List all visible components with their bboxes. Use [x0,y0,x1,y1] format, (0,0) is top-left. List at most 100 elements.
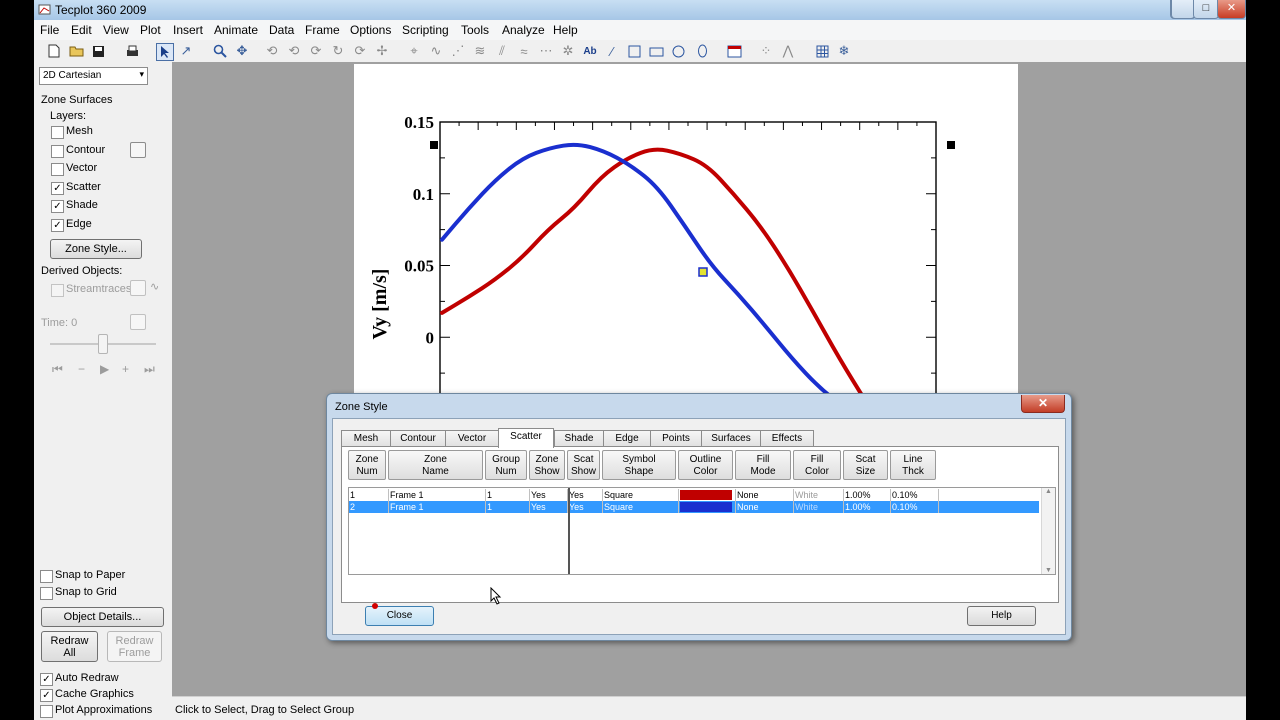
mesh-checkbox[interactable] [51,126,64,139]
close-button[interactable]: Close [365,606,434,626]
vector-checkbox[interactable] [51,163,64,176]
extract-icon[interactable]: ⋯ [538,43,554,59]
cell-group-num[interactable]: 1 [486,489,530,501]
menu-data[interactable]: Data [269,23,294,37]
rectangle-tool-icon[interactable] [648,43,664,59]
point-select-icon[interactable]: ⁘ [758,43,774,59]
menu-help[interactable]: Help [553,23,578,37]
grid-icon[interactable] [814,43,830,59]
column-resize-divider[interactable] [568,488,570,574]
redraw-icon[interactable]: ❄ [836,43,852,59]
select-pointer-icon[interactable] [156,43,174,61]
redraw-frame-button[interactable]: Redraw Frame [107,631,162,662]
square-tool-icon[interactable] [626,43,642,59]
cell-outline-color[interactable] [679,489,736,501]
col-fill-color[interactable]: Fill Color [793,450,841,480]
maximize-button[interactable]: □ [1193,0,1219,19]
scroll-up-icon[interactable]: ▲ [1042,488,1055,495]
cell-scat-show[interactable]: Yes [568,489,603,501]
cell-symbol-shape[interactable]: Square [603,501,679,513]
cell-zone-num[interactable]: 2 [349,501,389,513]
rotate-z-icon[interactable]: ⟳ [308,43,324,59]
plot-type-select[interactable]: 2D Cartesian ▾ [39,67,148,85]
first-step-icon[interactable]: ⏮ [52,362,63,377]
cell-zone-show[interactable]: Yes [530,489,568,501]
menu-frame[interactable]: Frame [305,23,340,37]
translate-icon[interactable]: ✥ [234,43,250,59]
cache-graphics-checkbox[interactable]: ✓ [40,689,53,702]
cell-fill-color[interactable]: White [794,501,844,513]
polyline-tool-icon[interactable]: ⁄ [604,43,620,59]
streamtraces-checkbox[interactable] [51,284,64,297]
minimize-icon[interactable] [1171,0,1195,19]
tab-shade[interactable]: Shade [554,430,604,447]
line-plot[interactable]: 0.150.10.050-0.05Vy [m/s] [354,64,1018,398]
zone-style-button[interactable]: Zone Style... [50,239,142,259]
contour-details-button[interactable] [130,142,146,158]
tab-vector[interactable]: Vector [445,430,499,447]
menu-tools[interactable]: Tools [461,23,489,37]
cell-scat-size[interactable]: 1.00% [844,489,891,501]
cell-outline-color[interactable] [679,501,736,513]
isosurface-icon[interactable]: ≈ [516,43,532,59]
col-outline-color[interactable]: Outline Color [678,450,733,480]
table-row[interactable]: 2 Frame 1 1 Yes Yes Square None White 1.… [349,501,1039,513]
save-icon[interactable] [90,43,106,59]
rollerball-icon[interactable]: ⟳ [352,43,368,59]
contour-checkbox[interactable] [51,145,64,158]
tab-effects[interactable]: Effects [760,430,814,447]
spherical-rotate-icon[interactable]: ↻ [330,43,346,59]
close-window-button[interactable]: ✕ [1217,0,1246,19]
grid-scrollbar[interactable]: ▲ ▼ [1041,488,1055,574]
col-scat-size[interactable]: Scat Size [843,450,888,480]
rake-icon[interactable]: ⋰ [450,43,466,59]
ellipse-tool-icon[interactable] [694,43,710,59]
menu-scripting[interactable]: Scripting [402,23,449,37]
shade-checkbox[interactable]: ✓ [51,200,64,213]
menu-animate[interactable]: Animate [214,23,258,37]
cell-fill-mode[interactable]: None [736,489,794,501]
cell-scat-show[interactable]: Yes [568,501,603,513]
cell-scat-size[interactable]: 1.00% [844,501,891,513]
tab-mesh[interactable]: Mesh [341,430,391,447]
play-icon[interactable]: ▶ [100,362,109,376]
menu-view[interactable]: View [103,23,129,37]
auto-redraw-checkbox[interactable]: ✓ [40,673,53,686]
redraw-all-button[interactable]: Redraw All [41,631,98,662]
snap-to-paper-checkbox[interactable] [40,570,53,583]
menu-file[interactable]: File [40,23,59,37]
twist-icon[interactable]: ✢ [374,43,390,59]
line-select-icon[interactable]: ⋀ [780,43,796,59]
tab-scatter[interactable]: Scatter [498,428,554,448]
streamtraces-details-button[interactable] [130,280,146,296]
cell-zone-name[interactable]: Frame 1 [389,489,486,501]
scroll-down-icon[interactable]: ▼ [1042,567,1055,574]
plot-approximations-checkbox[interactable] [40,705,53,718]
new-file-icon[interactable] [46,43,62,59]
frame-tool-icon[interactable] [726,43,742,59]
zoom-icon[interactable] [212,43,228,59]
col-scat-show[interactable]: Scat Show [567,450,600,480]
edge-checkbox[interactable]: ✓ [51,219,64,232]
cell-symbol-shape[interactable]: Square [603,489,679,501]
dialog-close-icon[interactable]: ✕ [1021,395,1065,413]
menu-edit[interactable]: Edit [71,23,92,37]
rotate-x-icon[interactable]: ⟲ [264,43,280,59]
tab-surfaces[interactable]: Surfaces [701,430,761,447]
text-tool-icon[interactable]: Ab [582,43,598,59]
adjustor-icon[interactable]: ↗ [178,43,194,59]
contour-add-icon[interactable]: ≋ [472,43,488,59]
help-button[interactable]: Help [967,606,1036,626]
table-row[interactable]: 1 Frame 1 1 Yes Yes Square None White 1.… [349,489,1039,501]
tab-points[interactable]: Points [650,430,702,447]
menu-analyze[interactable]: Analyze [502,23,545,37]
menu-options[interactable]: Options [350,23,391,37]
menu-insert[interactable]: Insert [173,23,203,37]
prev-step-icon[interactable]: − [78,362,85,376]
time-slider-thumb[interactable] [98,334,108,354]
col-zone-show[interactable]: Zone Show [529,450,565,480]
cell-line-thck[interactable]: 0.10% [891,489,939,501]
open-folder-icon[interactable] [68,43,84,59]
cell-fill-color[interactable]: White [794,489,844,501]
time-details-button[interactable] [130,314,146,330]
